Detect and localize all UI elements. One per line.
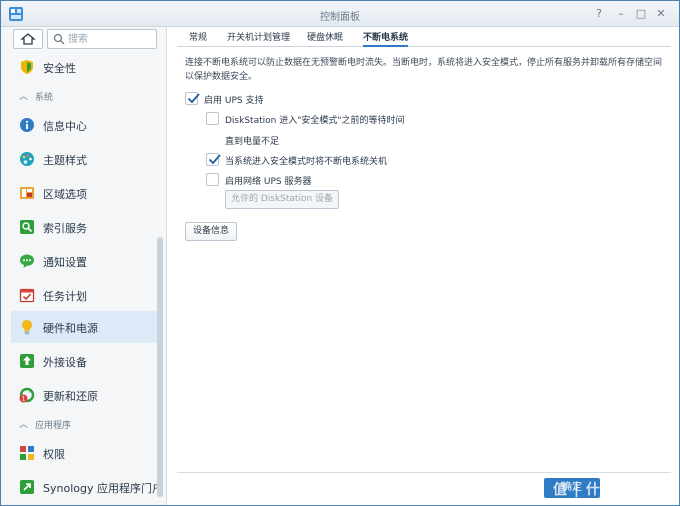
ups-description: 连接不断电系统可以防止数据在无预警断电时流失。当断电时，系统将进入安全模式，停止…	[185, 58, 663, 82]
section-header-apps[interactable]: ︿ 应用程序	[11, 415, 157, 433]
region-icon	[20, 187, 34, 199]
device-info-button[interactable]: 设备信息	[185, 222, 237, 241]
chevron-up-icon: ︿	[19, 420, 29, 430]
sidebar-item-label: 索引服务	[43, 222, 87, 235]
enable-ups-label: 启用 UPS 支持	[204, 96, 264, 106]
external-device-icon	[20, 354, 34, 368]
network-ups-checkbox[interactable]	[206, 173, 219, 186]
wait-time-checkbox[interactable]	[206, 112, 219, 125]
close-icon[interactable]: ✕	[653, 6, 669, 22]
sidebar-scrollbar[interactable]	[157, 237, 163, 497]
sidebar-item-label: 任务计划	[43, 290, 87, 303]
sidebar-item-label: 主题样式	[43, 154, 87, 167]
sidebar-item-task-scheduler[interactable]: 任务计划	[11, 279, 157, 311]
enable-ups-checkbox[interactable]	[185, 92, 200, 105]
window-title: 控制面板	[320, 12, 360, 23]
chat-bubble-icon	[20, 254, 34, 268]
sidebar-item-info-center[interactable]: 信息中心	[11, 109, 157, 141]
wait-time-value: 直到电量不足	[225, 137, 280, 147]
minimize-icon[interactable]: –	[613, 6, 629, 22]
palette-icon	[20, 152, 34, 166]
home-button[interactable]	[13, 29, 43, 49]
tab-power-schedule[interactable]: 开关机计划管理	[227, 30, 290, 47]
calendar-check-icon	[19, 288, 35, 303]
update-badge: 1	[22, 396, 26, 403]
tab-hdd-hibernation[interactable]: 硬盘休眠	[307, 30, 343, 47]
sidebar-item-label: 通知设置	[43, 256, 87, 269]
sidebar-item-notification[interactable]: 通知设置	[11, 245, 157, 277]
checkmark-icon	[208, 154, 221, 165]
sidebar-item-app-portal[interactable]: Synology 应用程序门户	[11, 471, 163, 503]
sidebar-item-label: 信息中心	[43, 120, 87, 133]
help-icon[interactable]: ?	[591, 6, 607, 22]
update-restore-icon: 1	[19, 387, 35, 403]
sidebar-item-external-devices[interactable]: 外接设备	[11, 345, 157, 377]
sidebar-item-regional-options[interactable]: 区域选项	[11, 177, 157, 209]
section-label: 应用程序	[35, 421, 72, 431]
app-portal-icon	[20, 480, 34, 494]
sidebar-item-privileges[interactable]: 权限	[11, 437, 157, 469]
sidebar-item-hardware-power[interactable]: 硬件和电源	[11, 311, 157, 343]
sidebar-item-label: 更新和还原	[43, 390, 98, 403]
search-icon	[53, 33, 65, 45]
shutdown-ups-label: 当系统进入安全模式时将不断电系统关机	[225, 157, 388, 167]
wait-time-label: DiskStation 进入"安全模式"之前的等待时间	[225, 116, 405, 126]
lightbulb-icon	[22, 320, 32, 335]
sidebar-item-label: 安全性	[43, 62, 76, 75]
chevron-up-icon: ︿	[19, 92, 29, 102]
watermark: 值 | 什么值得买	[553, 482, 661, 498]
index-search-icon	[20, 220, 34, 234]
tab-general[interactable]: 常规	[189, 30, 207, 47]
shutdown-ups-checkbox[interactable]	[206, 153, 221, 166]
sidebar-item-label: 区域选项	[43, 188, 87, 201]
control-panel-window: 控制面板 ? – □ ✕ 安全性 ︿ 系	[0, 0, 680, 506]
sidebar-item-label: Synology 应用程序门户	[43, 482, 163, 495]
home-icon	[20, 33, 36, 45]
sidebar-item-label: 权限	[43, 448, 65, 461]
sidebar-item-security[interactable]: 安全性	[11, 51, 157, 83]
allowed-devices-button[interactable]: 允许的 DiskStation 设备	[225, 190, 339, 209]
footer-divider	[177, 472, 671, 473]
section-header-system[interactable]: ︿ 系统	[11, 87, 157, 105]
network-ups-label: 启用网络 UPS 服务器	[225, 177, 312, 187]
search-box[interactable]	[47, 29, 157, 49]
info-icon	[20, 118, 34, 132]
sidebar: 安全性 ︿ 系统 信息中心 主题样式	[1, 27, 167, 505]
permissions-icon	[20, 446, 34, 460]
section-label: 系统	[35, 93, 54, 103]
sidebar-item-label: 硬件和电源	[43, 322, 98, 335]
sidebar-item-update-restore[interactable]: 1 更新和还原	[11, 379, 157, 411]
title-bar[interactable]: 控制面板 ? – □ ✕	[1, 1, 679, 27]
sidebar-item-label: 外接设备	[43, 356, 87, 369]
search-input[interactable]	[68, 32, 154, 46]
maximize-icon[interactable]: □	[633, 6, 649, 22]
shield-icon	[21, 60, 33, 74]
sidebar-item-indexing-service[interactable]: 索引服务	[11, 211, 157, 243]
sidebar-item-theme[interactable]: 主题样式	[11, 143, 157, 175]
tab-bar: 常规 开关机计划管理 硬盘休眠 不断电系统	[177, 27, 671, 47]
checkmark-icon	[187, 93, 200, 104]
tab-ups[interactable]: 不断电系统	[363, 30, 409, 47]
